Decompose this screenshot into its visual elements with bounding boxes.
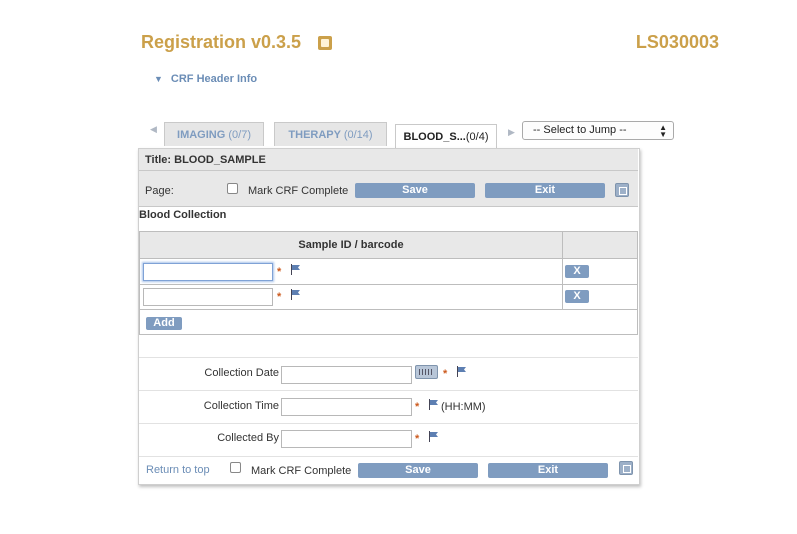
flag-icon[interactable] <box>290 264 301 275</box>
tab-next-arrow-icon[interactable]: ▶ <box>508 127 515 138</box>
notes-icon[interactable] <box>318 36 332 50</box>
sample-id-input-2[interactable] <box>143 288 273 306</box>
sample-id-input-1[interactable] <box>143 263 273 281</box>
flag-icon[interactable] <box>428 399 439 410</box>
collected-by-label: Collected By <box>217 432 279 444</box>
mark-complete-label-bottom: Mark CRF Complete <box>251 465 352 477</box>
flag-icon[interactable] <box>456 366 467 377</box>
flag-icon[interactable] <box>428 431 439 442</box>
tab-count: (0/4) <box>465 131 489 143</box>
required-marker: * <box>443 368 448 380</box>
form-divider <box>139 456 638 457</box>
tab-therapy[interactable]: THERAPY (0/14) <box>274 122 387 146</box>
add-row-button[interactable]: Add <box>146 317 182 330</box>
form-divider <box>139 357 638 358</box>
required-marker: * <box>415 433 420 445</box>
crf-header-label: CRF Header Info <box>170 73 258 85</box>
jump-select-value: -- Select to Jump -- <box>533 124 627 136</box>
form-divider <box>139 423 638 424</box>
tab-label: THERAPY <box>288 129 341 141</box>
save-button-bottom[interactable]: Save <box>358 463 478 478</box>
tab-prev-arrow-icon[interactable]: ◀ <box>150 124 157 135</box>
exit-button-top[interactable]: Exit <box>485 183 605 198</box>
row-divider <box>140 309 637 310</box>
flag-icon[interactable] <box>290 289 301 300</box>
tab-label: BLOOD_S... <box>403 131 466 143</box>
save-button-top[interactable]: Save <box>355 183 475 198</box>
form-divider <box>139 390 638 391</box>
select-caret-icon: ▲ ▼ <box>659 123 667 139</box>
tab-count: (0/7) <box>228 129 251 141</box>
collection-time-label: Collection Time <box>203 400 279 412</box>
print-icon[interactable] <box>619 461 633 475</box>
time-format-hint: (HH:MM) <box>441 401 486 413</box>
column-header-sample-id: Sample ID / barcode <box>298 239 404 251</box>
app-title: Registration v0.3.5 <box>141 32 302 52</box>
triangle-down-icon: ▼ <box>154 74 163 84</box>
return-to-top-link[interactable]: Return to top <box>146 464 210 476</box>
calendar-icon[interactable] <box>415 365 438 379</box>
tab-count: (0/14) <box>343 129 373 141</box>
exit-button-bottom[interactable]: Exit <box>488 463 608 478</box>
collected-by-input[interactable] <box>281 430 412 448</box>
jump-select[interactable]: -- Select to Jump -- ▲ ▼ <box>522 121 674 140</box>
required-marker: * <box>415 401 420 413</box>
remove-row-button-1[interactable]: X <box>565 265 589 278</box>
mark-complete-checkbox-bottom[interactable] <box>230 462 241 473</box>
tab-blood-sample[interactable]: BLOOD_S...(0/4) <box>395 124 497 148</box>
crf-title: Title: BLOOD_SAMPLE <box>139 149 638 171</box>
required-marker: * <box>277 291 282 303</box>
tab-imaging[interactable]: IMAGING (0/7) <box>164 122 264 146</box>
mark-complete-checkbox-top[interactable] <box>227 183 238 194</box>
mark-complete-label-top: Mark CRF Complete <box>248 185 349 197</box>
print-icon[interactable] <box>615 183 629 197</box>
remove-row-button-2[interactable]: X <box>565 290 589 303</box>
tab-label: IMAGING <box>177 129 226 141</box>
collection-time-input[interactable] <box>281 398 412 416</box>
section-title: Blood Collection <box>139 209 227 221</box>
crf-header-toggle[interactable]: ▼ CRF Header Info <box>154 73 257 85</box>
page-label: Page: <box>145 185 174 197</box>
collection-date-input[interactable] <box>281 366 412 384</box>
study-id: LS030003 <box>635 32 719 52</box>
column-divider <box>562 232 563 309</box>
required-marker: * <box>277 266 282 278</box>
collection-date-label: Collection Date <box>204 367 279 379</box>
